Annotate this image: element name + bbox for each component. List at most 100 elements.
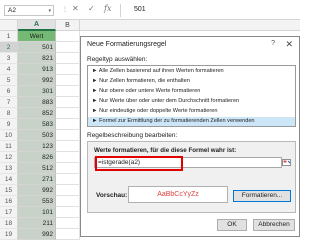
cell[interactable] xyxy=(56,185,80,196)
chevron-down-icon[interactable]: ▾ xyxy=(48,8,51,14)
cancel-icon[interactable]: ✕ xyxy=(72,4,79,13)
cell[interactable]: 271 xyxy=(18,174,56,185)
cell[interactable] xyxy=(56,196,80,207)
rule-description-panel: Werte formatieren, für die diese Formel … xyxy=(87,141,296,213)
cell[interactable]: 992 xyxy=(18,75,56,86)
formula-bar: A2 ▾ ⋮ ✕ ✓ fx 501 xyxy=(0,0,300,20)
rule-type-item[interactable]: ► Nur eindeutige oder doppelte Werte for… xyxy=(88,107,295,116)
table-row: 3 821 xyxy=(0,53,80,64)
rule-type-item[interactable]: ► Nur Zellen formatieren, die enthalten xyxy=(88,77,295,86)
table-row: 16 553 xyxy=(0,196,80,207)
rule-type-item[interactable]: ► Alle Zellen basierend auf ihren Werten… xyxy=(88,67,295,76)
table-row: 9 583 xyxy=(0,119,80,130)
rule-type-item[interactable]: ► Formel zur Ermittlung der zu formatier… xyxy=(88,117,295,126)
cell[interactable]: 913 xyxy=(18,64,56,75)
row-number[interactable]: 7 xyxy=(0,97,18,108)
table-row: 4 913 xyxy=(0,64,80,75)
cell[interactable]: Wert xyxy=(18,31,56,42)
rule-type-item[interactable]: ► Nur obere oder untere Werte formatiere… xyxy=(88,87,295,96)
rule-type-label: Regeltyp auswählen: xyxy=(87,56,148,63)
row-number[interactable]: 10 xyxy=(0,130,18,141)
conditional-format-dialog: Neue Formatierungsregel ? ✕ Regeltyp aus… xyxy=(80,36,300,237)
formula-input[interactable]: 501 xyxy=(120,4,298,17)
row-number[interactable]: 12 xyxy=(0,152,18,163)
row-number[interactable]: 19 xyxy=(0,229,18,240)
column-header-b[interactable]: B xyxy=(56,20,80,31)
row-number[interactable]: 13 xyxy=(0,163,18,174)
close-icon[interactable]: ✕ xyxy=(285,39,293,50)
cell[interactable] xyxy=(56,152,80,163)
cancel-button[interactable]: Abbrechen xyxy=(253,219,295,231)
select-all-corner[interactable] xyxy=(0,20,18,31)
cell[interactable]: 821 xyxy=(18,53,56,64)
fx-icon[interactable]: fx xyxy=(104,4,111,13)
enter-icon[interactable]: ✓ xyxy=(88,4,95,13)
row-number[interactable]: 15 xyxy=(0,185,18,196)
cell[interactable]: 583 xyxy=(18,119,56,130)
cell[interactable]: 512 xyxy=(18,163,56,174)
cell[interactable]: 123 xyxy=(18,141,56,152)
cell[interactable] xyxy=(56,53,80,64)
ok-button[interactable]: OK xyxy=(217,219,247,231)
column-header-a[interactable]: A xyxy=(18,20,56,31)
format-button[interactable]: Formatieren... xyxy=(233,190,291,202)
row-number[interactable]: 8 xyxy=(0,108,18,119)
preview-box: AaBbCcYyZz xyxy=(128,186,228,203)
cell[interactable] xyxy=(56,31,80,42)
cell[interactable]: 301 xyxy=(18,86,56,97)
row-number[interactable]: 18 xyxy=(0,218,18,229)
table-row: 12 826 xyxy=(0,152,80,163)
table-row: 2 501 xyxy=(0,42,80,53)
row-number[interactable]: 3 xyxy=(0,53,18,64)
table-row: 13 512 xyxy=(0,163,80,174)
row-number[interactable]: 11 xyxy=(0,141,18,152)
cell[interactable] xyxy=(56,229,80,240)
name-box[interactable]: A2 ▾ xyxy=(4,5,54,16)
cell[interactable]: 503 xyxy=(18,130,56,141)
table-row: 18 211 xyxy=(0,218,80,229)
row-number[interactable]: 17 xyxy=(0,207,18,218)
formula-bar-value: 501 xyxy=(134,6,146,13)
sheet-rows: 1 Wert 2 501 3 821 4 913 5 992 6 301 7 883 8 852 9 583 1… xyxy=(0,31,80,240)
dialog-title: Neue Formatierungsregel xyxy=(87,41,167,48)
cell[interactable]: 992 xyxy=(18,185,56,196)
cell[interactable]: 883 xyxy=(18,97,56,108)
cell[interactable]: 211 xyxy=(18,218,56,229)
table-row: 15 992 xyxy=(0,185,80,196)
cell[interactable]: 501 xyxy=(18,42,56,53)
cell[interactable]: 852 xyxy=(18,108,56,119)
cell[interactable] xyxy=(56,141,80,152)
row-number[interactable]: 2 xyxy=(0,42,18,53)
rule-type-item[interactable]: ► Nur Werte über oder unter dem Durchsch… xyxy=(88,97,295,106)
cell[interactable] xyxy=(56,97,80,108)
cell[interactable] xyxy=(56,119,80,130)
cell[interactable] xyxy=(56,130,80,141)
cell[interactable]: 826 xyxy=(18,152,56,163)
cell[interactable] xyxy=(56,64,80,75)
cell[interactable] xyxy=(56,218,80,229)
cell[interactable] xyxy=(56,42,80,53)
cell[interactable]: 992 xyxy=(18,229,56,240)
help-icon[interactable]: ? xyxy=(271,40,275,47)
cell[interactable] xyxy=(56,163,80,174)
row-number[interactable]: 1 xyxy=(0,31,18,42)
row-number[interactable]: 4 xyxy=(0,64,18,75)
cell[interactable] xyxy=(56,207,80,218)
row-number[interactable]: 5 xyxy=(0,75,18,86)
row-number[interactable]: 16 xyxy=(0,196,18,207)
range-picker-icon[interactable] xyxy=(282,157,292,168)
cell[interactable]: 553 xyxy=(18,196,56,207)
cell[interactable] xyxy=(56,108,80,119)
name-box-value: A2 xyxy=(8,7,16,14)
row-number[interactable]: 6 xyxy=(0,86,18,97)
table-row: 1 Wert xyxy=(0,31,80,42)
rule-type-list[interactable]: ► Alle Zellen basierend auf ihren Werten… xyxy=(87,65,296,127)
cell[interactable] xyxy=(56,75,80,86)
cell[interactable] xyxy=(56,86,80,97)
separator-icon: ⋮ xyxy=(62,7,68,13)
row-number[interactable]: 9 xyxy=(0,119,18,130)
cell[interactable]: 101 xyxy=(18,207,56,218)
row-number[interactable]: 14 xyxy=(0,174,18,185)
cell[interactable] xyxy=(56,174,80,185)
table-row: 8 852 xyxy=(0,108,80,119)
